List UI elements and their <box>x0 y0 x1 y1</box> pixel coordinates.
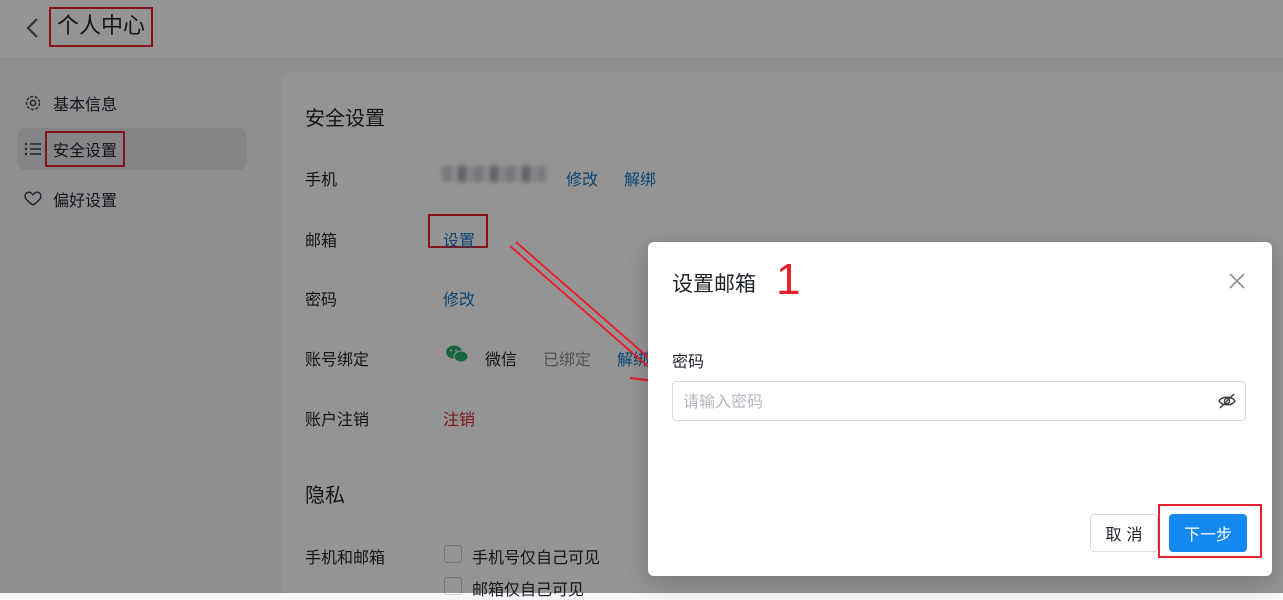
set-email-dialog: 设置邮箱 1 密码 取 消 下一步 <box>648 242 1272 576</box>
cancel-button[interactable]: 取 消 <box>1090 514 1158 552</box>
close-icon[interactable] <box>1226 270 1248 292</box>
dialog-title: 设置邮箱 <box>672 272 756 296</box>
step-number-annotation: 1 <box>776 255 801 304</box>
password-input[interactable] <box>673 382 1223 420</box>
password-field-label: 密码 <box>672 352 705 371</box>
eye-off-icon[interactable] <box>1217 391 1237 411</box>
next-step-button[interactable]: 下一步 <box>1169 514 1247 552</box>
password-field <box>672 381 1246 421</box>
